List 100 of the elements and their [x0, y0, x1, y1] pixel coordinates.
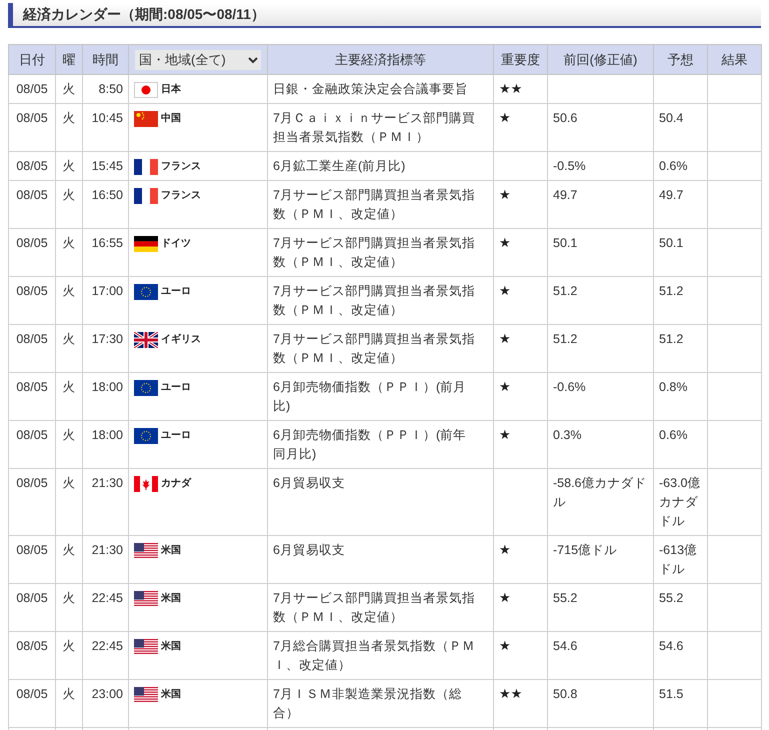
- previous-cell: 51.2: [548, 276, 654, 324]
- column-header: 重要度: [494, 44, 548, 74]
- importance-cell: ★: [494, 584, 548, 632]
- indicator-cell: 7月総合購買担当者景気指数（ＰＭＩ、改定値）: [268, 632, 494, 680]
- flag-icon: [134, 236, 158, 252]
- previous-cell: 54.6: [548, 632, 654, 680]
- importance-cell: ★: [494, 276, 548, 324]
- indicator-cell: 6月貿易収支: [268, 536, 494, 584]
- country-name: ユーロ: [161, 429, 191, 443]
- previous-cell: 50.8: [548, 680, 654, 728]
- weekday-cell: 火: [56, 180, 82, 228]
- flag-icon: [134, 82, 158, 98]
- time-cell: 22:45: [82, 632, 128, 680]
- country-name: 米国: [161, 640, 181, 654]
- country-name: カナダ: [161, 477, 191, 491]
- indicator-cell: 7月サービス部門購買担当者景気指数（ＰＭＩ、改定値）: [268, 324, 494, 372]
- country-name: イギリス: [161, 333, 201, 347]
- previous-cell: 51.2: [548, 324, 654, 372]
- weekday-cell: 火: [56, 680, 82, 728]
- indicator-cell: 7月サービス部門購買担当者景気指数（ＰＭＩ、改定値）: [268, 584, 494, 632]
- previous-cell: -715億ドル: [548, 536, 654, 584]
- time-cell: 8:50: [82, 74, 128, 104]
- time-cell: 16:55: [82, 228, 128, 276]
- date-cell: 08/05: [8, 74, 56, 104]
- flag-icon: [134, 687, 158, 703]
- flag-icon: [134, 159, 158, 175]
- time-cell: 21:30: [82, 536, 128, 584]
- date-cell: 08/05: [8, 584, 56, 632]
- importance-cell: ★: [494, 536, 548, 584]
- forecast-cell: 51.2: [654, 276, 708, 324]
- indicator-cell: 7月サービス部門購買担当者景気指数（ＰＭＩ、改定値）: [268, 180, 494, 228]
- forecast-cell: 50.1: [654, 228, 708, 276]
- date-cell: 08/05: [8, 152, 56, 180]
- importance-cell: ★: [494, 372, 548, 420]
- date-cell: 08/05: [8, 468, 56, 536]
- country-name: 米国: [161, 592, 181, 606]
- time-cell: 18:00: [82, 372, 128, 420]
- previous-cell: 50.6: [548, 104, 654, 152]
- country-name: 米国: [161, 544, 181, 558]
- weekday-cell: 火: [56, 324, 82, 372]
- column-header: 曜: [56, 44, 82, 74]
- weekday-cell: 火: [56, 372, 82, 420]
- flag-icon: [134, 188, 158, 204]
- time-cell: 21:30: [82, 468, 128, 536]
- date-cell: 08/05: [8, 536, 56, 584]
- column-header: 日付: [8, 44, 56, 74]
- previous-cell: -0.5%: [548, 152, 654, 180]
- forecast-cell: 55.2: [654, 584, 708, 632]
- flag-icon: [134, 380, 158, 396]
- forecast-cell: 54.6: [654, 632, 708, 680]
- flag-icon: [134, 476, 158, 492]
- date-cell: 08/05: [8, 324, 56, 372]
- time-cell: 15:45: [82, 152, 128, 180]
- importance-cell: ★: [494, 104, 548, 152]
- date-cell: 08/05: [8, 680, 56, 728]
- time-cell: 22:45: [82, 584, 128, 632]
- flag-icon: [134, 111, 158, 127]
- previous-cell: 0.3%: [548, 420, 654, 468]
- forecast-cell: 51.5: [654, 680, 708, 728]
- country-name: 米国: [161, 688, 181, 702]
- page-title: 経済カレンダー（期間:08/05〜08/11）: [23, 6, 265, 24]
- region-select[interactable]: 国・地域(全て): [135, 50, 261, 70]
- previous-cell: -58.6億カナダドル: [548, 468, 654, 536]
- forecast-cell: 0.8%: [654, 372, 708, 420]
- date-cell: 08/05: [8, 276, 56, 324]
- flag-icon: [134, 428, 158, 444]
- previous-cell: 50.1: [548, 228, 654, 276]
- country-name: ユーロ: [161, 285, 191, 299]
- importance-cell: ★★: [494, 74, 548, 104]
- date-cell: 08/05: [8, 180, 56, 228]
- importance-cell: ★: [494, 420, 548, 468]
- forecast-cell: -613億ドル: [654, 536, 708, 584]
- importance-cell: ★: [494, 228, 548, 276]
- indicator-cell: 6月卸売物価指数（ＰＰＩ）(前年同月比): [268, 420, 494, 468]
- time-cell: 10:45: [82, 104, 128, 152]
- indicator-cell: 6月鉱工業生産(前月比): [268, 152, 494, 180]
- flag-icon: [134, 591, 158, 607]
- column-header: 結果: [708, 44, 762, 74]
- time-cell: 18:00: [82, 420, 128, 468]
- date-cell: 08/05: [8, 632, 56, 680]
- time-cell: 23:00: [82, 680, 128, 728]
- weekday-cell: 火: [56, 152, 82, 180]
- date-cell: 08/05: [8, 228, 56, 276]
- indicator-cell: 7月Ｃａｉｘｉｎサービス部門購買担当者景気指数（ＰＭＩ）: [268, 104, 494, 152]
- weekday-cell: 火: [56, 584, 82, 632]
- date-cell: 08/05: [8, 420, 56, 468]
- country-name: フランス: [161, 189, 201, 203]
- weekday-cell: 火: [56, 276, 82, 324]
- forecast-cell: 50.4: [654, 104, 708, 152]
- previous-cell: 55.2: [548, 584, 654, 632]
- importance-cell: ★: [494, 632, 548, 680]
- date-cell: 08/05: [8, 104, 56, 152]
- forecast-cell: 0.6%: [654, 152, 708, 180]
- flag-icon: [134, 543, 158, 559]
- indicator-cell: 7月ＩＳＭ非製造業景況指数（総合）: [268, 680, 494, 728]
- indicator-cell: 6月貿易収支: [268, 468, 494, 536]
- forecast-cell: 51.2: [654, 324, 708, 372]
- importance-cell: ★: [494, 180, 548, 228]
- country-name: フランス: [161, 160, 201, 174]
- country-name: ユーロ: [161, 381, 191, 395]
